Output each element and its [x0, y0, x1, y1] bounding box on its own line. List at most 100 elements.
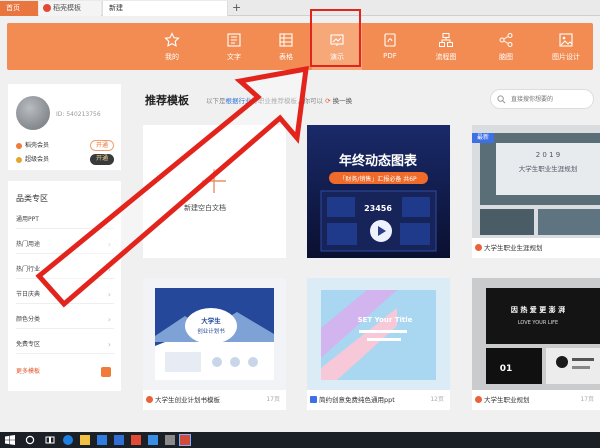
nav-item-label: 通用PPT: [16, 216, 39, 223]
nav-item-general-ppt[interactable]: 通用PPT: [16, 211, 114, 229]
career-inner-title: 大学生职业生涯规划: [519, 164, 578, 173]
nav-item-free[interactable]: 免费专区 ›: [16, 336, 114, 354]
nav-item-label: 节日庆典: [16, 291, 41, 298]
category-label: 我的: [165, 53, 179, 61]
career-dark-title: 因 热 爱 更 澎 湃: [511, 305, 565, 314]
annual-chart-thumbnail: 年终动态图表 「财务/销售」汇报必备 共6P 23456: [307, 125, 450, 258]
app-icon[interactable]: [165, 435, 175, 445]
search-box: [490, 89, 594, 109]
chevron-right-icon: ›: [107, 290, 111, 299]
user-card: ID: 540213756 稻壳会员 开通 超级会员 开通: [8, 84, 121, 170]
ppt-icon: [310, 396, 317, 403]
category-image-design[interactable]: 图片设计: [541, 23, 591, 70]
ppt-icon: [475, 396, 482, 403]
category-label: 脑图: [499, 53, 513, 61]
mindmap-icon: [499, 33, 513, 47]
wps-logo-icon: [43, 4, 51, 12]
nav-title: 品类专区: [16, 194, 48, 203]
chevron-right-icon: ›: [107, 340, 111, 349]
chevron-right-icon: ›: [107, 265, 111, 274]
shuffle-button[interactable]: 换一换: [333, 97, 353, 105]
star-icon: [164, 32, 180, 47]
ppt-icon: [475, 244, 482, 251]
category-spreadsheet[interactable]: 表格: [261, 23, 311, 70]
chevron-right-icon: ›: [107, 315, 111, 324]
template-card-annual-chart[interactable]: 年终动态图表 「财务/销售」汇报必备 共6P 23456: [307, 125, 450, 258]
category-writer[interactable]: 文字: [209, 23, 259, 70]
store-icon[interactable]: [97, 435, 107, 445]
annual-chart-title: 年终动态图表: [339, 153, 418, 169]
category-mindmap[interactable]: 脑图: [481, 23, 531, 70]
page-title: 推荐模板: [145, 94, 189, 107]
industry-link[interactable]: 根据行业: [226, 97, 252, 105]
category-label: PDF: [383, 52, 397, 60]
image-design-icon: [559, 33, 573, 47]
category-label: 文字: [227, 53, 241, 61]
category-bar: 我的 文字 表格 演示 PDF 流程图 脑图 图片设计: [7, 23, 593, 70]
daoke-member-icon: [16, 142, 22, 149]
search-icon: [497, 95, 506, 104]
mail-icon[interactable]: [114, 435, 124, 445]
windows-start-icon[interactable]: [5, 435, 15, 445]
refresh-icon: ⟳: [325, 97, 331, 105]
nav-item-color[interactable]: 颜色分类 ›: [16, 311, 114, 329]
category-pdf[interactable]: PDF: [365, 23, 415, 70]
wps-taskbar-icon[interactable]: [179, 434, 191, 446]
hint-prefix: 以下是: [206, 97, 226, 105]
card-caption: 简约创意免费纯色通用ppt: [319, 396, 395, 404]
avatar[interactable]: [16, 96, 50, 130]
template-card-startup-plan[interactable]: 大学生 创业计划书 大学生创业计划书模板 17页: [143, 278, 286, 410]
nav-item-hot-industry[interactable]: 热门行业 ›: [16, 261, 114, 279]
career-dark-num: 01: [500, 364, 513, 374]
template-card-minimal-color[interactable]: SET Your Title 简约创意免费纯色通用ppt 12页: [307, 278, 450, 410]
nav-item-label: 更多模板: [16, 368, 41, 375]
flowchart-icon: [439, 33, 453, 47]
category-label: 流程图: [435, 53, 457, 61]
chevron-right-icon: ›: [107, 240, 111, 249]
edge-browser-icon[interactable]: [63, 435, 73, 445]
template-card-career-plan-dark[interactable]: 因 热 爱 更 澎 湃 LOVE YOUR LIFE 01 大学生职业规划 17…: [472, 278, 600, 410]
blank-doc-label: 新建空白文档: [184, 204, 226, 212]
writer-icon: [227, 33, 241, 47]
nav-item-hot-use[interactable]: 热门用途 ›: [16, 236, 114, 254]
card-footer: 大学生职业生涯规划: [472, 238, 600, 258]
category-label: 图片设计: [552, 53, 580, 61]
search-input[interactable]: [511, 93, 591, 106]
career-dark-sub: LOVE YOUR LIFE: [518, 320, 558, 326]
member-label: 稻壳会员: [25, 142, 50, 149]
media-icon[interactable]: [131, 435, 141, 445]
category-flowchart[interactable]: 流程图: [421, 23, 471, 70]
task-view-icon[interactable]: [45, 435, 55, 445]
minimal-color-thumbnail: SET Your Title: [307, 278, 450, 390]
tab-home[interactable]: 首页: [0, 1, 38, 16]
startup-plan-thumbnail: 大学生 创业计划书: [143, 278, 286, 390]
annual-chart-subtitle: 「财务/销售」汇报必备 共6P: [339, 175, 417, 183]
recommend-hint: 以下是根据行业等职业推荐模板，你可以 ⟳ 换一换: [206, 95, 352, 105]
page-count: 12页: [430, 396, 444, 403]
minimal-inner-title: SET Your Title: [358, 316, 413, 324]
windows-taskbar: [0, 432, 600, 448]
category-mine[interactable]: 我的: [147, 23, 197, 70]
nav-item-festival[interactable]: 节日庆典 ›: [16, 286, 114, 304]
tab-new[interactable]: 新建: [102, 1, 228, 16]
page-count: 17页: [580, 396, 594, 403]
tab-bar: 首页 稻壳模板 新建 +: [0, 0, 600, 16]
template-card-career-plan-2019[interactable]: 最新 2 0 1 9 大学生职业生涯规划 大学生职业生涯规划: [472, 125, 600, 258]
card-footer: 大学生创业计划书模板 17页: [143, 390, 286, 410]
career-dark-thumbnail: 因 热 爱 更 澎 湃 LOVE YOUR LIFE 01: [472, 278, 600, 390]
activate-super-button[interactable]: 开通: [90, 154, 114, 165]
career-year: 2 0 1 9: [536, 151, 561, 159]
category-label: 表格: [279, 53, 293, 61]
photos-icon[interactable]: [148, 435, 158, 445]
new-tab-plus-icon[interactable]: +: [232, 0, 241, 15]
startup-inner-title: 大学生: [201, 316, 221, 325]
nav-item-more[interactable]: 更多模板: [16, 363, 114, 381]
nav-item-label: 颜色分类: [16, 316, 41, 323]
activate-daoke-button[interactable]: 开通: [90, 140, 114, 151]
card-caption: 大学生创业计划书模板: [155, 396, 220, 404]
cortana-icon[interactable]: [25, 435, 35, 445]
file-explorer-icon[interactable]: [80, 435, 90, 445]
nav-item-label: 热门行业: [16, 266, 41, 273]
more-templates-icon: [101, 367, 111, 377]
category-nav: 品类专区 通用PPT 热门用途 › 热门行业 › 节日庆典 › 颜色分类 › 免费专区 ›…: [8, 181, 121, 391]
